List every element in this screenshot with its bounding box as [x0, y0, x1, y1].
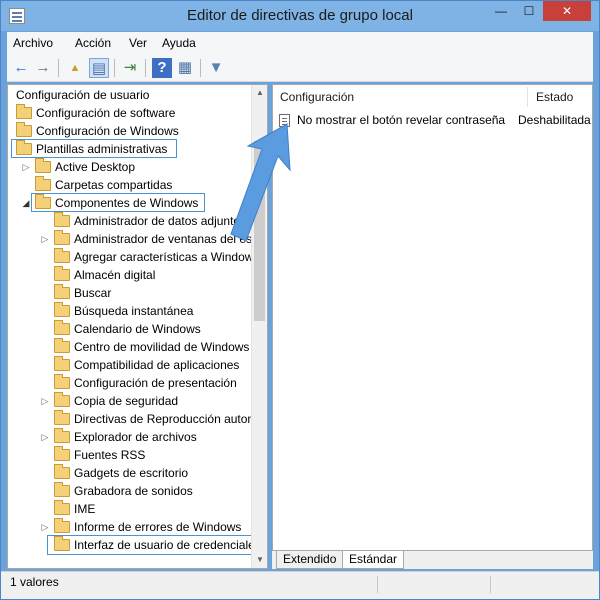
toolbar-separator: [200, 59, 201, 77]
scroll-thumb[interactable]: [254, 141, 265, 321]
tree-item-label: Compatibilidad de aplicaciones: [74, 358, 240, 372]
toolbar-separator: [58, 59, 59, 77]
menu-bar: Archivo Acción Ver Ayuda: [7, 32, 593, 54]
tree-item-label: Configuración de software: [36, 106, 176, 120]
menu-archivo[interactable]: Archivo: [13, 36, 53, 50]
tree-item-label: IME: [74, 502, 96, 516]
status-bar: 1 valores: [1, 571, 599, 599]
table-row[interactable]: No mostrar el botón revelar contraseña D…: [273, 111, 592, 129]
highlight-box: [11, 139, 177, 158]
tree-item-label: Active Desktop: [55, 160, 136, 174]
folder-icon: [35, 176, 51, 191]
tree-item-label: Grabadora de sonidos: [74, 484, 193, 498]
maximize-button[interactable]: ☐: [515, 1, 543, 21]
folder-icon: [54, 410, 70, 425]
folder-icon: [16, 104, 32, 119]
tree-root-label: Configuración de usuario: [16, 88, 150, 102]
app-window: Editor de directivas de grupo local — ☐ …: [0, 0, 600, 600]
expand-arrow-icon[interactable]: ▷: [40, 518, 50, 536]
close-button[interactable]: ✕: [543, 1, 591, 21]
tree-item-label: Gadgets de escritorio: [74, 466, 189, 480]
tree-item-label: Configuración de Windows: [36, 124, 179, 138]
tree-item-label: Carpetas compartidas: [55, 178, 173, 192]
up-folder-icon[interactable]: ▲: [65, 58, 85, 78]
tree-item-label: Administrador de datos adjuntos: [74, 214, 247, 228]
status-divider: [490, 576, 491, 593]
toolbar-separator: [114, 59, 115, 77]
filter-icon[interactable]: ▼: [206, 58, 226, 78]
show-tree-icon[interactable]: ▤: [89, 58, 109, 78]
collapse-arrow-icon[interactable]: ◢: [21, 194, 31, 212]
tree-item-label: Explorador de archivos: [74, 430, 197, 444]
menu-ayuda[interactable]: Ayuda: [162, 36, 196, 50]
folder-icon: [54, 212, 70, 227]
expand-arrow-icon[interactable]: ▷: [40, 428, 50, 446]
column-divider[interactable]: [527, 87, 528, 107]
tree-item-label: Informe de errores de Windows: [74, 520, 242, 534]
tree-item-label: Centro de movilidad de Windows: [74, 340, 250, 354]
expand-arrow-icon[interactable]: ▷: [21, 158, 31, 176]
folder-icon: [54, 284, 70, 299]
setting-state: Deshabilitada: [518, 113, 591, 127]
tab-estandar[interactable]: Estándar: [342, 551, 405, 569]
tree-item-label: Configuración de presentación: [74, 376, 237, 390]
export-list-icon[interactable]: ⇥: [120, 58, 140, 78]
status-text: 1 valores: [10, 575, 59, 589]
folder-icon: [16, 122, 32, 137]
column-header-configuracion[interactable]: Configuración: [280, 85, 354, 109]
tab-extendido[interactable]: Extendido: [276, 551, 344, 569]
scroll-up-icon[interactable]: ▲: [252, 85, 267, 101]
tree-item-label: Fuentes RSS: [74, 448, 146, 462]
forward-icon[interactable]: →: [33, 58, 53, 78]
menu-accion[interactable]: Acción: [75, 36, 111, 50]
policy-setting-icon: [279, 114, 290, 127]
tree-item-label: Agregar características a Windows: [74, 250, 260, 264]
scroll-down-icon[interactable]: ▼: [252, 552, 267, 568]
tree-item-label: Copia de seguridad: [74, 394, 179, 408]
tree-pane[interactable]: Configuración de usuario Configuración d…: [7, 84, 268, 569]
toolbar-separator: [145, 59, 146, 77]
tree-item-label: Administrador de ventanas del escritorio: [74, 232, 268, 246]
folder-icon: [54, 230, 70, 245]
settings-pane[interactable]: Configuración Estado No mostrar el botón…: [272, 84, 593, 569]
menu-ver[interactable]: Ver: [129, 36, 147, 50]
highlight-box: [31, 193, 205, 212]
folder-icon: [54, 392, 70, 407]
highlight-box: [47, 535, 257, 555]
expand-arrow-icon[interactable]: ▷: [40, 230, 50, 248]
folder-icon: [54, 482, 70, 497]
status-divider: [377, 576, 378, 593]
tree-item-label: Buscar: [74, 286, 112, 300]
folder-icon: [54, 320, 70, 335]
folder-icon: [54, 518, 70, 533]
properties-icon[interactable]: ▦: [175, 58, 195, 78]
tree-item-label: Directivas de Reproducción automática: [74, 412, 268, 426]
folder-icon: [35, 158, 51, 173]
tree-item-label: Almacén digital: [74, 268, 156, 282]
folder-icon: [54, 428, 70, 443]
folder-icon: [54, 266, 70, 281]
folder-icon: [54, 356, 70, 371]
folder-icon: [54, 338, 70, 353]
view-tabs: Extendido Estándar: [272, 550, 593, 569]
folder-icon: [54, 248, 70, 263]
folder-icon: [54, 446, 70, 461]
setting-name: No mostrar el botón revelar contraseña: [297, 113, 506, 127]
minimize-button[interactable]: —: [487, 1, 515, 21]
tree-item-label: Calendario de Windows: [74, 322, 201, 336]
folder-icon: [54, 464, 70, 479]
expand-arrow-icon[interactable]: ▷: [40, 392, 50, 410]
folder-icon: [54, 374, 70, 389]
toolbar: ← → ▲ ▤ ⇥ ? ▦ ▼: [7, 54, 593, 82]
folder-icon: [54, 500, 70, 515]
back-icon[interactable]: ←: [11, 58, 31, 78]
title-bar[interactable]: Editor de directivas de grupo local — ☐ …: [1, 1, 599, 31]
folder-icon: [54, 302, 70, 317]
tree-item-label: Búsqueda instantánea: [74, 304, 194, 318]
tree-scrollbar[interactable]: ▲ ▼: [251, 85, 267, 568]
column-header-estado[interactable]: Estado: [536, 85, 573, 109]
help-icon[interactable]: ?: [152, 58, 172, 78]
